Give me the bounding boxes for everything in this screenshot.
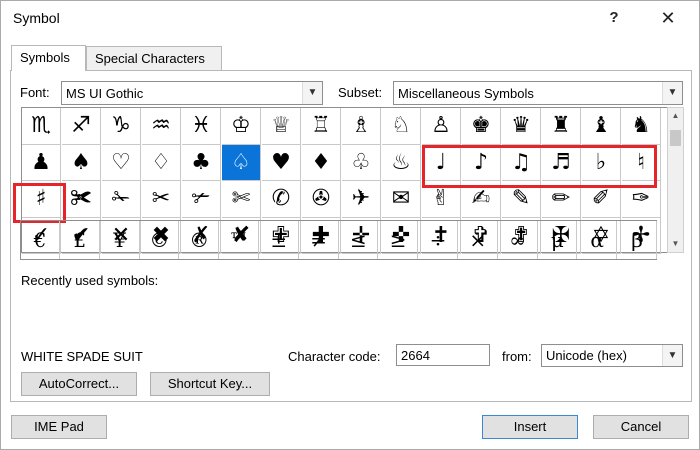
autocorrect-button[interactable]: AutoCorrect... (21, 372, 137, 396)
symbol-cell[interactable]: ✀ (62, 181, 101, 218)
symbol-cell[interactable]: ♘ (382, 108, 421, 145)
recent-symbol-cell[interactable]: ¥ (101, 221, 140, 259)
from-value: Unicode (hex) (546, 348, 627, 363)
recent-symbols-grid: € £ ¥ © ® ™ ± ≠ ≤ ≥ ÷ × ∞ μ α β (20, 220, 657, 260)
from-label: from: (502, 349, 532, 364)
symbol-cell[interactable]: ♖ (302, 108, 341, 145)
subset-value: Miscellaneous Symbols (398, 86, 534, 101)
symbol-grid-scrollbar[interactable]: ▲ ▼ (667, 107, 684, 253)
cancel-button[interactable]: Cancel (593, 415, 689, 439)
recent-symbol-cell[interactable]: € (21, 221, 60, 259)
close-button[interactable]: ✕ (653, 5, 683, 31)
symbol-cell[interactable]: ♡ (102, 144, 141, 181)
recent-symbol-cell[interactable]: ÷ (419, 221, 458, 259)
subset-select[interactable]: Miscellaneous Symbols ▼ (393, 81, 683, 105)
from-select[interactable]: Unicode (hex) ▼ (541, 344, 683, 367)
recent-symbol-cell[interactable]: ™ (220, 221, 259, 259)
symbol-cell[interactable]: ♞ (622, 108, 661, 145)
symbol-cell[interactable]: ✉ (382, 181, 421, 218)
symbol-cell[interactable]: ✆ (262, 181, 301, 218)
subset-label: Subset: (338, 85, 383, 100)
symbol-cell[interactable]: ♜ (542, 108, 581, 145)
recent-symbol-cell[interactable]: β (618, 221, 657, 259)
highlight-box-music-symbols (422, 145, 657, 188)
symbol-cell[interactable]: ♑ (102, 108, 141, 145)
symbol-cell[interactable]: ♚ (462, 108, 501, 145)
character-name: WHITE SPADE SUIT (21, 349, 143, 364)
symbol-dialog: Symbol ? ✕ Symbols Special Characters Fo… (0, 0, 700, 450)
symbol-cell[interactable]: ♒ (142, 108, 181, 145)
character-code-label: Character code: (288, 349, 381, 364)
recent-symbol-cell[interactable]: ± (260, 221, 299, 259)
chevron-down-icon[interactable]: ▼ (662, 345, 682, 366)
insert-button[interactable]: Insert (482, 415, 578, 439)
ime-pad-button[interactable]: IME Pad (11, 415, 107, 439)
recent-symbol-cell[interactable]: × (459, 221, 498, 259)
tab-symbols-label: Symbols (20, 50, 70, 65)
symbol-cell[interactable]: ♠ (62, 144, 101, 181)
font-select[interactable]: MS UI Gothic ▼ (61, 81, 323, 105)
symbol-cell[interactable]: ✂ (142, 181, 181, 218)
symbol-cell[interactable]: ♗ (342, 108, 381, 145)
symbol-cell[interactable]: ♐ (62, 108, 101, 145)
tab-symbols[interactable]: Symbols (11, 45, 86, 71)
symbol-cell[interactable]: ♥ (262, 144, 301, 181)
recent-symbol-cell[interactable]: α (578, 221, 618, 259)
symbol-cell[interactable]: ✁ (102, 181, 141, 218)
recent-symbol-cell[interactable]: ∞ (499, 221, 538, 259)
symbol-cell[interactable]: ♨ (382, 144, 421, 181)
character-code-input[interactable] (396, 344, 490, 366)
symbol-cell[interactable]: ✄ (222, 181, 261, 218)
symbol-cell[interactable]: ✃ (182, 181, 221, 218)
chevron-down-icon[interactable]: ▼ (662, 82, 682, 104)
recent-symbol-cell[interactable]: ≠ (300, 221, 339, 259)
recent-symbol-cell[interactable]: ≥ (379, 221, 419, 259)
symbol-cell[interactable]: ♙ (422, 108, 461, 145)
symbol-cell[interactable]: ♏ (22, 108, 61, 145)
scroll-down-icon[interactable]: ▼ (668, 236, 683, 252)
symbol-cell[interactable]: ♤ (222, 144, 261, 181)
symbol-cell[interactable]: ♢ (142, 144, 181, 181)
symbol-cell[interactable]: ♕ (262, 108, 301, 145)
symbol-cell[interactable]: ✇ (302, 181, 341, 218)
tab-special-characters[interactable]: Special Characters (86, 46, 222, 70)
help-button[interactable]: ? (601, 5, 627, 31)
symbol-cell[interactable]: ♔ (222, 108, 261, 145)
dialog-title: Symbol (13, 10, 60, 26)
recent-symbols-label: Recently used symbols: (21, 273, 159, 288)
scroll-thumb[interactable] (670, 130, 681, 146)
shortcut-key-button[interactable]: Shortcut Key... (150, 372, 270, 396)
symbol-cell[interactable]: ♓ (182, 108, 221, 145)
symbol-cell[interactable]: ♦ (302, 144, 341, 181)
font-value: MS UI Gothic (66, 86, 144, 101)
highlight-box-sharp-symbol (13, 183, 66, 223)
symbol-cell[interactable]: ✈ (342, 181, 381, 218)
dialog-footer: IME Pad Insert Cancel (1, 403, 699, 449)
recent-symbol-cell[interactable]: ≤ (339, 221, 379, 259)
recent-symbol-cell[interactable]: μ (538, 221, 578, 259)
font-label: Font: (20, 85, 50, 100)
symbol-cell[interactable]: ♟ (22, 144, 61, 181)
recent-symbol-cell[interactable]: £ (61, 221, 100, 259)
recent-symbol-cell[interactable]: ® (180, 221, 220, 259)
chevron-down-icon[interactable]: ▼ (302, 82, 322, 104)
recent-symbol-cell[interactable]: © (140, 221, 180, 259)
symbol-cell[interactable]: ♧ (342, 144, 381, 181)
symbol-cell[interactable]: ♛ (502, 108, 541, 145)
title-bar: Symbol ? ✕ (1, 1, 699, 35)
symbol-cell[interactable]: ♣ (182, 144, 221, 181)
tab-special-characters-label: Special Characters (95, 51, 205, 66)
scroll-up-icon[interactable]: ▲ (668, 108, 683, 124)
symbol-cell[interactable]: ♝ (582, 108, 621, 145)
character-code-field[interactable] (397, 345, 489, 365)
